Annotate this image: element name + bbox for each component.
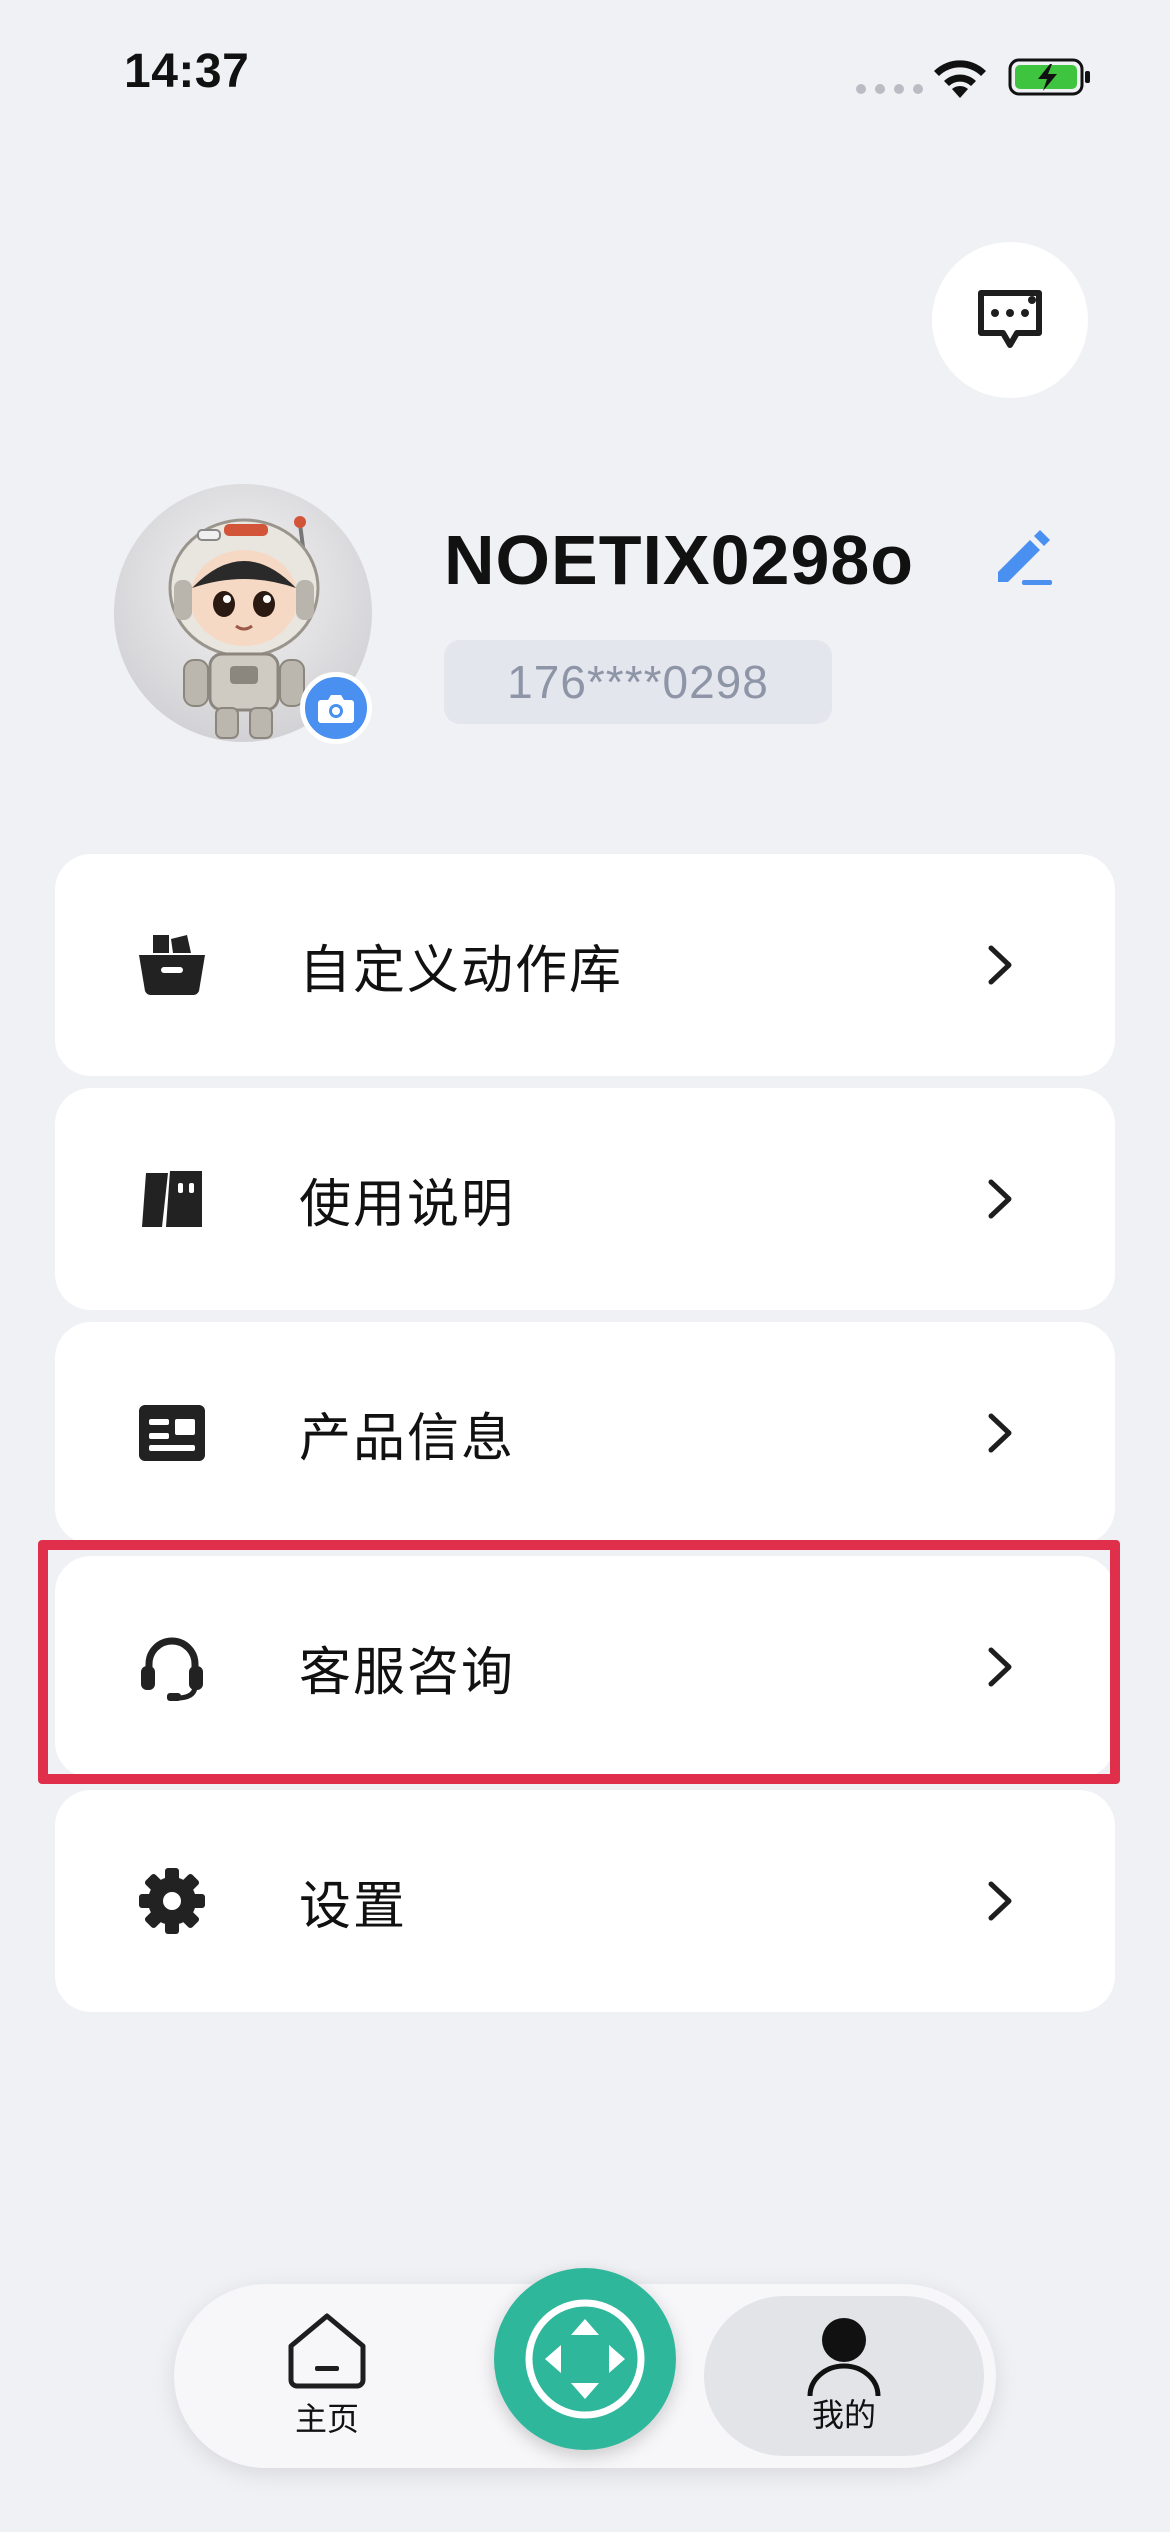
id-card-icon — [135, 1396, 209, 1470]
dpad-icon — [525, 2299, 645, 2419]
chevron-right-icon — [988, 1179, 1012, 1219]
bag-icon — [135, 928, 209, 1002]
tab-mine-label: 我的 — [811, 2396, 876, 2434]
change-avatar-button[interactable] — [300, 672, 372, 744]
menu-item-label: 使用说明 — [299, 1174, 516, 1235]
menu-item-label: 设置 — [299, 1876, 408, 1937]
menu-item-label: 自定义动作库 — [299, 940, 624, 1001]
wifi-icon — [934, 60, 986, 98]
username: NOETIX0298o — [444, 521, 915, 599]
message-icon — [978, 290, 1042, 348]
remote-control-button[interactable] — [494, 2268, 676, 2450]
user-icon — [807, 2318, 881, 2397]
menu-item-action-library[interactable]: 自定义动作库 — [55, 854, 1115, 1076]
menu-item-settings[interactable]: 设置 — [55, 1790, 1115, 2012]
cellular-signal-icon — [856, 84, 923, 94]
menu-item-label: 产品信息 — [299, 1408, 516, 1469]
edit-icon[interactable] — [990, 522, 1056, 588]
menu-item-product-info[interactable]: 产品信息 — [55, 1322, 1115, 1544]
highlight-annotation — [38, 1540, 1120, 1784]
gear-icon — [135, 1864, 209, 1938]
book-icon — [135, 1162, 209, 1236]
tab-home-label: 主页 — [294, 2400, 359, 2438]
home-icon — [288, 2313, 366, 2389]
tab-mine[interactable]: 我的 — [704, 2296, 984, 2456]
chevron-right-icon — [988, 1881, 1012, 1921]
menu-item-instructions[interactable]: 使用说明 — [55, 1088, 1115, 1310]
phone-number: 176****0298 — [444, 640, 832, 724]
battery-charging-icon — [1008, 58, 1090, 96]
message-button[interactable] — [932, 242, 1088, 398]
chevron-right-icon — [988, 945, 1012, 985]
tab-home[interactable]: 主页 — [254, 2310, 400, 2456]
chevron-right-icon — [988, 1413, 1012, 1453]
status-time: 14:37 — [124, 45, 250, 98]
camera-icon — [318, 695, 354, 723]
